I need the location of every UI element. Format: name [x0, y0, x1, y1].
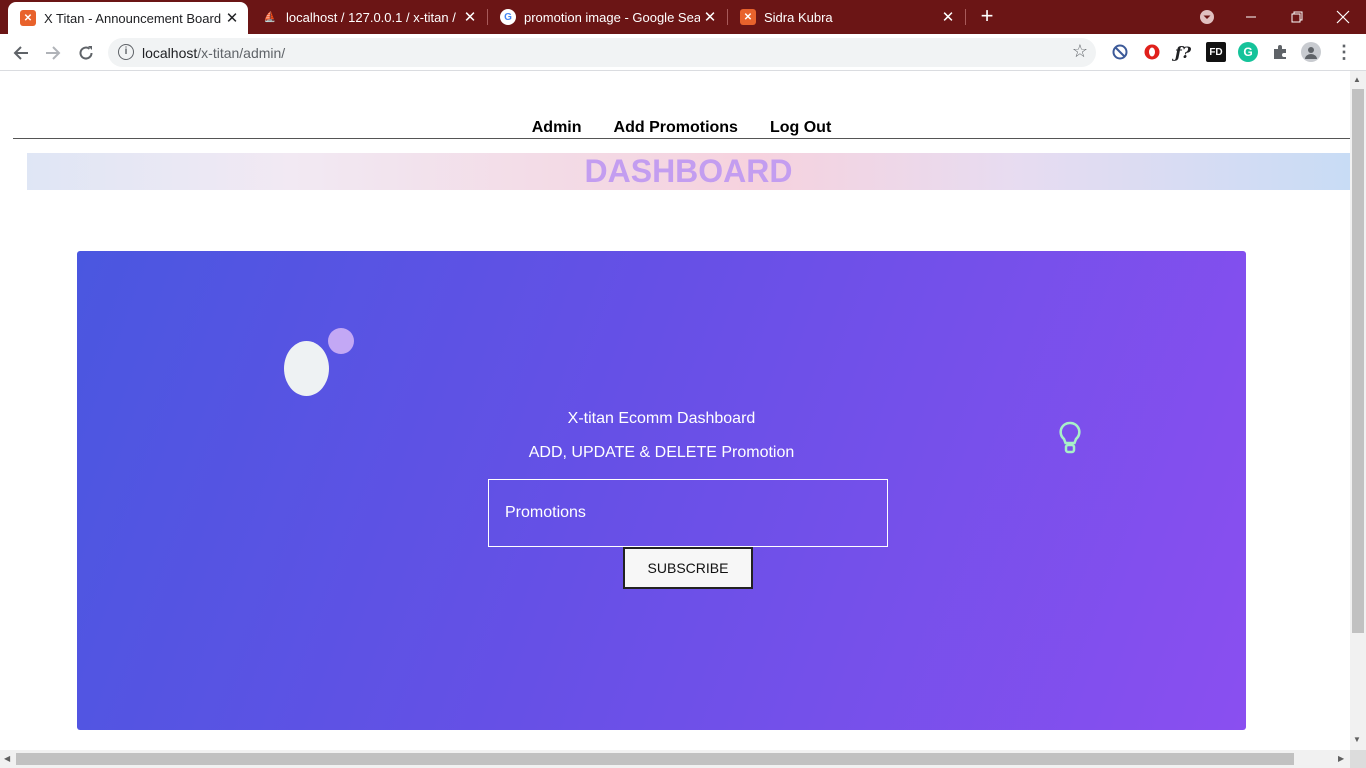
chevron-down-icon: [1200, 10, 1214, 24]
google-icon: G: [500, 9, 516, 25]
puzzle-icon: [1274, 45, 1286, 59]
scroll-up-arrow-icon[interactable]: ▲: [1353, 75, 1361, 84]
bookmark-star-icon[interactable]: ☆: [1072, 41, 1088, 62]
tab-phpmyadmin[interactable]: ⛵ localhost / 127.0.0.1 / x-titan / pr ✕: [250, 0, 486, 34]
scroll-left-arrow-icon[interactable]: ◀: [4, 754, 10, 763]
restore-icon: [1291, 11, 1303, 23]
extensions-button[interactable]: [1270, 42, 1290, 62]
nav-log-out[interactable]: Log Out: [770, 119, 831, 138]
dashboard-subheading: ADD, UPDATE & DELETE Promotion: [528, 444, 795, 461]
tab-title: Sidra Kubra: [764, 9, 833, 25]
minimize-button[interactable]: [1228, 0, 1274, 34]
person-icon: [1305, 47, 1317, 59]
block-icon: [1112, 44, 1128, 60]
horizontal-scrollbar[interactable]: ◀ ▶: [0, 750, 1350, 768]
scroll-right-arrow-icon[interactable]: ▶: [1338, 754, 1344, 763]
xampp-icon: ✕: [740, 9, 756, 25]
arrow-left-icon: [13, 46, 28, 60]
vertical-scroll-thumb[interactable]: [1352, 89, 1364, 633]
top-nav: Admin Add Promotions Log Out: [13, 119, 1350, 139]
tab-title: X Titan - Announcement Board: [44, 10, 222, 26]
dashboard-banner: DASHBOARD: [27, 153, 1350, 190]
tab-title: localhost / 127.0.0.1 / x-titan / pr: [286, 9, 460, 25]
subscribe-button[interactable]: SUBSCRIBE: [623, 547, 753, 589]
dashboard-heading: X-titan Ecomm Dashboard: [567, 410, 756, 427]
tab-x-titan[interactable]: ✕ X Titan - Announcement Board ✕: [8, 2, 248, 34]
nav-add-promotions[interactable]: Add Promotions: [614, 119, 738, 138]
fd-extension-icon[interactable]: FD: [1206, 42, 1226, 62]
block-extension-icon[interactable]: [1110, 42, 1130, 62]
close-window-button[interactable]: [1320, 0, 1366, 34]
reload-button[interactable]: [73, 40, 99, 66]
info-icon[interactable]: i: [118, 44, 134, 60]
font-extension-icon[interactable]: ƒ?: [1173, 42, 1193, 62]
close-icon[interactable]: ✕: [700, 7, 720, 27]
decorative-circle-small: [328, 328, 354, 354]
minimize-icon: [1246, 16, 1256, 18]
scroll-down-arrow-icon[interactable]: ▼: [1353, 735, 1361, 744]
url-text: localhost/x-titan/admin/: [142, 45, 285, 61]
menu-kebab-icon[interactable]: ⋮: [1334, 42, 1354, 62]
close-icon[interactable]: ✕: [938, 7, 958, 27]
tab-search-button[interactable]: [1184, 0, 1230, 34]
forward-button[interactable]: [40, 40, 66, 66]
promotions-input[interactable]: [488, 479, 888, 547]
close-icon[interactable]: ✕: [222, 8, 242, 28]
arrow-right-icon: [46, 46, 61, 60]
browser-toolbar: i localhost/x-titan/admin/ ☆ ƒ? FD G ⋮: [0, 34, 1366, 71]
hero-panel: X-titan Ecomm Dashboard ADD, UPDATE & DE…: [77, 251, 1246, 730]
page-content: Admin Add Promotions Log Out DASHBOARD X…: [0, 71, 1350, 750]
tab-separator: [965, 9, 966, 25]
phpmyadmin-icon: ⛵: [263, 11, 277, 23]
page-title: DASHBOARD: [584, 153, 793, 189]
scrollbar-corner: [1350, 750, 1366, 768]
address-bar[interactable]: i localhost/x-titan/admin/ ☆: [108, 38, 1096, 67]
xampp-icon: ✕: [20, 10, 36, 26]
nav-admin[interactable]: Admin: [532, 119, 582, 138]
profile-avatar[interactable]: [1301, 42, 1321, 62]
url-path: /x-titan/admin/: [197, 45, 286, 61]
restore-button[interactable]: [1274, 0, 1320, 34]
tab-google-search[interactable]: G promotion image - Google Searc ✕: [488, 0, 726, 34]
grammarly-icon[interactable]: G: [1238, 42, 1258, 62]
opera-extension-icon[interactable]: [1142, 42, 1162, 62]
reload-icon: [79, 46, 93, 60]
tab-sidra-kubra[interactable]: ✕ Sidra Kubra ✕: [728, 0, 964, 34]
browser-tabstrip: ✕ X Titan - Announcement Board ✕ ⛵ local…: [0, 0, 1366, 34]
back-button[interactable]: [8, 40, 34, 66]
new-tab-button[interactable]: +: [975, 5, 999, 29]
vertical-scrollbar[interactable]: ▲ ▼: [1350, 71, 1366, 750]
horizontal-scroll-thumb[interactable]: [16, 753, 1294, 765]
opera-icon: [1144, 44, 1160, 60]
decorative-circle-large: [284, 341, 329, 396]
close-icon[interactable]: ✕: [460, 7, 480, 27]
url-host: localhost: [142, 45, 198, 61]
tab-title: promotion image - Google Searc: [524, 9, 700, 25]
close-icon: [1336, 10, 1350, 24]
